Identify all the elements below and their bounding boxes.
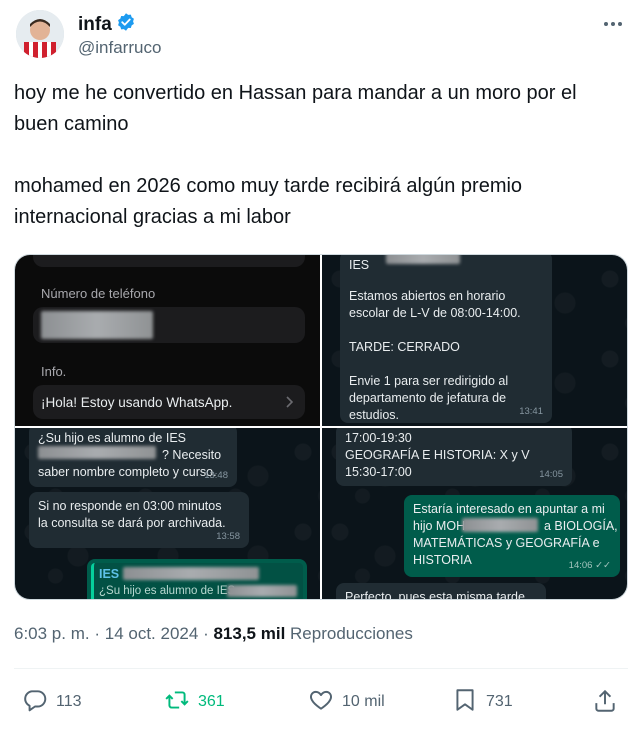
bookmark-icon xyxy=(452,687,478,718)
phone-number-label: Número de teléfono xyxy=(41,286,156,301)
tweet-text: hoy me he convertido en Hassan para mand… xyxy=(14,78,626,233)
media-image-3[interactable]: ¿Su hijo es alumno de IES ? Necesito sab… xyxy=(15,428,320,599)
redacted-school-name xyxy=(123,567,259,580)
verified-badge-icon xyxy=(116,12,136,37)
divider xyxy=(14,668,628,669)
redacted-phone-number xyxy=(41,311,153,339)
like-button[interactable]: 10 mil xyxy=(308,684,385,720)
views-label: Reproducciones xyxy=(290,624,413,643)
views-count: 813,5 mil xyxy=(213,624,286,643)
repost-count: 361 xyxy=(198,693,225,710)
meta-separator: · xyxy=(203,624,209,643)
reply-button[interactable]: 113 xyxy=(22,684,82,720)
incoming-reply-bubble: Perfecto, pues esta misma tarde xyxy=(336,583,546,599)
info-value: ¡Hola! Estoy usando WhatsApp. xyxy=(41,395,233,410)
reply-count: 113 xyxy=(56,693,82,710)
schedule-bubble: 17:00-19:30 GEOGRAFÍA E HISTORIA: X y V … xyxy=(336,428,572,486)
bookmark-count: 731 xyxy=(486,693,513,710)
tweet-actions: 113 361 10 mil 731 xyxy=(14,684,628,720)
media-image-1[interactable]: Número de teléfono Info. ¡Hola! Estoy us… xyxy=(15,255,320,426)
redacted-school-name xyxy=(386,255,460,264)
reply-bubble: IES ¿Su hijo es alumno de IES xyxy=(87,559,307,599)
redacted-child-name xyxy=(462,518,538,532)
bookmark-button[interactable]: 731 xyxy=(452,684,513,720)
author-name-row[interactable]: infa xyxy=(78,12,136,37)
meta-separator: · xyxy=(94,624,101,643)
timeout-bubble: Si no responde en 03:00 minutos la consu… xyxy=(29,492,249,548)
info-label: Info. xyxy=(41,364,67,379)
tweet-paragraph-1: hoy me he convertido en Hassan para mand… xyxy=(14,82,577,135)
question-bubble: ¿Su hijo es alumno de IES ? Necesito sab… xyxy=(29,428,237,487)
author-name[interactable]: infa xyxy=(78,14,112,36)
tweet-paragraph-2: mohamed en 2026 como muy tarde recibirá … xyxy=(14,175,523,228)
repost-icon xyxy=(164,687,190,718)
avatar[interactable] xyxy=(16,10,64,58)
author-handle[interactable]: @infarruco xyxy=(78,38,161,58)
repost-button[interactable]: 361 xyxy=(164,684,225,720)
message-time: 13:41 xyxy=(519,406,543,417)
media-image-2[interactable]: IES Estamos abiertos en horario escolar … xyxy=(322,255,627,426)
like-count: 10 mil xyxy=(342,693,385,710)
tweet-meta: 6:03 p. m. · 14 oct. 2024 · 813,5 mil Re… xyxy=(14,624,413,644)
share-icon[interactable] xyxy=(592,688,618,714)
media-grid[interactable]: Número de teléfono Info. ¡Hola! Estoy us… xyxy=(14,254,628,600)
more-options-icon[interactable] xyxy=(600,14,626,34)
tweet-time[interactable]: 6:03 p. m. xyxy=(14,624,90,643)
tweet-date[interactable]: 14 oct. 2024 xyxy=(105,624,199,643)
reply-icon xyxy=(22,687,48,718)
auto-reply-bubble: IES Estamos abiertos en horario escolar … xyxy=(340,255,552,423)
tweet-header: infa @infarruco xyxy=(14,8,628,62)
outgoing-request-bubble: Estaría interesado en apuntar a mi hijo … xyxy=(404,495,620,577)
redacted-school-name xyxy=(38,446,156,459)
media-image-4[interactable]: 17:00-19:30 GEOGRAFÍA E HISTORIA: X y V … xyxy=(322,428,627,599)
heart-icon xyxy=(308,687,334,718)
chevron-right-icon xyxy=(285,395,295,414)
